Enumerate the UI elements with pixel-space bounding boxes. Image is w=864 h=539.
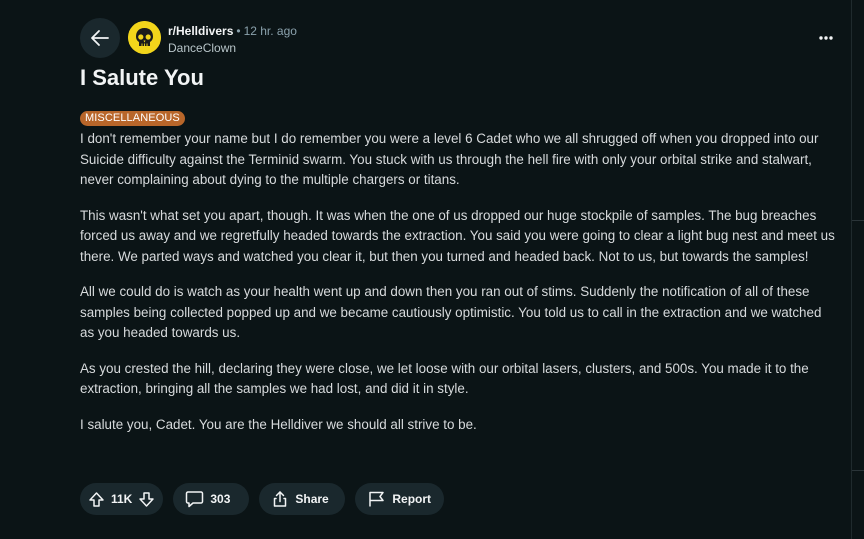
upvote-button[interactable] xyxy=(88,491,105,508)
comment-icon xyxy=(185,490,204,508)
post-title: I Salute You xyxy=(80,65,204,90)
post-meta: r/Helldivers • 12 hr. ago DanceClown xyxy=(168,23,297,56)
arrow-left-icon xyxy=(89,27,111,49)
back-button[interactable] xyxy=(80,18,120,58)
post-actions: 11K 303 Share Report xyxy=(80,483,445,515)
post-author[interactable]: DanceClown xyxy=(168,40,297,56)
meta-separator: • xyxy=(236,24,241,38)
post-time: 12 hr. ago xyxy=(243,24,297,38)
post-flair[interactable]: MISCELLANEOUS xyxy=(80,111,185,126)
more-horizontal-icon xyxy=(818,35,834,41)
report-button[interactable]: Report xyxy=(355,483,445,515)
share-icon xyxy=(271,490,289,508)
comments-button[interactable]: 303 xyxy=(173,483,250,515)
subreddit-name[interactable]: r/Helldivers xyxy=(168,24,233,38)
post-page: r/Helldivers • 12 hr. ago DanceClown I Sal… xyxy=(0,0,864,539)
body-paragraph: I don't remember your name but I do reme… xyxy=(80,131,819,187)
share-button[interactable]: Share xyxy=(259,483,346,515)
vote-count: 11K xyxy=(111,492,133,506)
divider xyxy=(852,220,864,221)
skull-icon xyxy=(128,21,161,54)
body-paragraph: This wasn't what set you apart, though. … xyxy=(80,207,835,264)
flag-icon xyxy=(367,490,386,508)
report-label: Report xyxy=(392,492,432,506)
vote-control: 11K xyxy=(80,483,164,515)
body-paragraph: I salute you, Cadet. You are the Helldiv… xyxy=(80,416,477,432)
downvote-button[interactable] xyxy=(138,491,155,508)
sidebar-edge xyxy=(851,0,864,539)
body-paragraph: As you crested the hill, declaring they … xyxy=(80,360,809,397)
share-label: Share xyxy=(295,492,329,506)
body-paragraph: All we could do is watch as your health … xyxy=(80,284,822,340)
arrow-down-icon xyxy=(138,491,155,508)
more-options-button[interactable] xyxy=(810,24,842,52)
arrow-up-icon xyxy=(88,491,105,508)
divider xyxy=(852,470,864,471)
post-body: I don't remember your name but I do reme… xyxy=(80,129,836,450)
subreddit-avatar[interactable] xyxy=(128,21,161,54)
comment-count: 303 xyxy=(210,492,231,506)
